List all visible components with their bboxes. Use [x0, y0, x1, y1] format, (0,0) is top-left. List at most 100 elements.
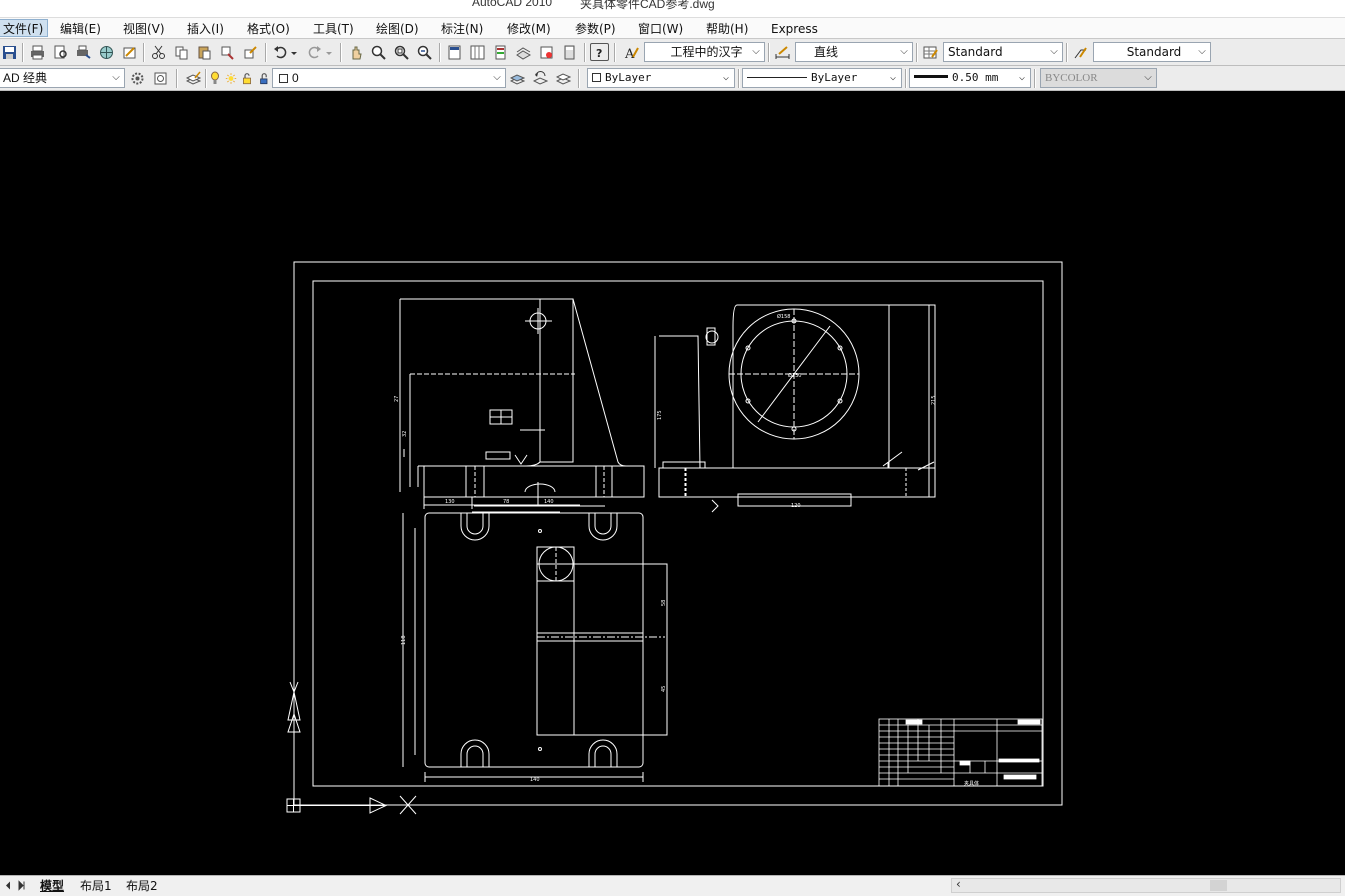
text-style-icon[interactable]: A: [622, 43, 641, 61]
markup-icon[interactable]: [537, 43, 556, 61]
plotstyle-combo: BYCOLOR ⌵: [1040, 68, 1157, 88]
menu-draw[interactable]: 绘图(D): [376, 20, 419, 38]
make-current-layer-icon[interactable]: [508, 69, 527, 87]
menu-insert[interactable]: 插入(I): [187, 20, 224, 38]
layer-lock-icon[interactable]: [240, 69, 254, 87]
zoom-icon[interactable]: [369, 43, 388, 61]
tab-layout2[interactable]: 布局2: [126, 879, 158, 894]
redo-dropdown-icon[interactable]: [324, 43, 334, 61]
horizontal-scrollbar[interactable]: ‹: [951, 877, 1341, 893]
dim-text: 140: [544, 499, 554, 505]
separator: [1034, 69, 1036, 88]
linetype-combo[interactable]: ByLayer ⌵: [742, 68, 902, 88]
menu-express[interactable]: Express: [771, 20, 818, 38]
separator: [265, 43, 267, 62]
color-swatch: [592, 73, 601, 82]
quickcalc-icon[interactable]: [560, 43, 579, 61]
paste-icon[interactable]: [195, 43, 214, 61]
menu-tools[interactable]: 工具(T): [313, 20, 354, 38]
undo-icon[interactable]: [271, 43, 290, 61]
layer-states-icon[interactable]: [554, 69, 573, 87]
layers-toolbar: AD 经典 ⌵ 0 ⌵ ByLayer ⌵ ByLayer ⌵ 0.50 mm ⌵ BYC…: [0, 66, 1345, 91]
sheet-inner-border: [312, 280, 1044, 787]
tool-palettes-icon[interactable]: [491, 43, 510, 61]
menu-file[interactable]: 文件(F): [0, 19, 49, 37]
lineweight-sample: [914, 75, 948, 78]
copy-icon[interactable]: [172, 43, 191, 61]
redo-icon[interactable]: [305, 43, 324, 61]
block-editor-icon[interactable]: [241, 43, 260, 61]
menu-view[interactable]: 视图(V): [123, 20, 165, 38]
sheet-set-icon[interactable]: [514, 43, 533, 61]
publish-icon[interactable]: [74, 43, 93, 61]
customize-icon[interactable]: [151, 69, 170, 87]
text-style-combo[interactable]: 工程中的汉字 ⌵: [644, 42, 765, 62]
workspace-combo[interactable]: AD 经典 ⌵: [0, 68, 125, 88]
tab-scroll-next-icon[interactable]: [15, 878, 27, 892]
dim-text: 27: [394, 396, 400, 402]
plot-preview-icon[interactable]: [51, 43, 70, 61]
table-style-icon[interactable]: [921, 43, 940, 61]
svg-text:A: A: [624, 47, 635, 60]
menu-dimension[interactable]: 标注(N): [441, 20, 483, 38]
scrollbar-thumb[interactable]: [1210, 880, 1227, 891]
separator: [340, 43, 342, 62]
menu-parametric[interactable]: 参数(P): [575, 20, 616, 38]
tab-model[interactable]: 模型: [40, 879, 64, 894]
layer-on-icon[interactable]: [209, 69, 221, 87]
dim-style-combo[interactable]: 直线 ⌵: [795, 42, 913, 62]
title-block-text: 夹具体: [964, 780, 979, 787]
ucs-icon: [286, 681, 417, 815]
etransmit-icon[interactable]: [120, 43, 139, 61]
pan-icon[interactable]: [346, 43, 365, 61]
table-style-combo[interactable]: Standard ⌵: [943, 42, 1063, 62]
layer-previous-icon[interactable]: [531, 69, 550, 87]
separator: [578, 69, 580, 88]
menu-window[interactable]: 窗口(W): [638, 20, 683, 38]
dim-text: 130: [445, 499, 455, 505]
drawing-canvas[interactable]: 130 78 140 27 32 175 120 215 Ø130 Ø158 1…: [0, 92, 1345, 875]
dim-text: 175: [657, 410, 663, 420]
separator: [1066, 43, 1068, 62]
separator: [143, 43, 145, 62]
multileader-style-combo[interactable]: Standard ⌵: [1093, 42, 1211, 62]
design-center-icon[interactable]: [468, 43, 487, 61]
menu-edit[interactable]: 编辑(E): [60, 20, 101, 38]
dim-text: Ø130: [788, 372, 801, 379]
properties-icon[interactable]: [445, 43, 464, 61]
match-properties-icon[interactable]: [218, 43, 237, 61]
help-icon[interactable]: ?: [590, 43, 609, 61]
lineweight-combo[interactable]: 0.50 mm ⌵: [909, 68, 1031, 88]
multileader-style-icon[interactable]: [1071, 43, 1090, 61]
zoom-previous-icon[interactable]: [415, 43, 434, 61]
layer-unlock-icon[interactable]: [258, 69, 272, 87]
menu-modify[interactable]: 修改(M): [507, 20, 551, 38]
menu-help[interactable]: 帮助(H): [706, 20, 748, 38]
menu-format[interactable]: 格式(O): [247, 20, 290, 38]
cut-icon[interactable]: [149, 43, 168, 61]
color-combo[interactable]: ByLayer ⌵: [587, 68, 735, 88]
separator: [905, 69, 907, 88]
dim-text: 32: [402, 431, 408, 437]
layer-combo[interactable]: 0 ⌵: [272, 68, 506, 88]
tab-scroll-prev-icon[interactable]: [2, 878, 14, 892]
layer-freeze-icon[interactable]: [224, 69, 238, 87]
dim-text: Ø158: [777, 313, 790, 320]
dim-text: 215: [931, 395, 937, 405]
dim-style-icon[interactable]: [773, 43, 792, 61]
undo-dropdown-icon[interactable]: [289, 43, 299, 61]
3d-dwf-icon[interactable]: [97, 43, 116, 61]
zoom-window-icon[interactable]: [392, 43, 411, 61]
layer-color-swatch: [279, 74, 288, 83]
save-icon[interactable]: [0, 43, 19, 61]
sheet-outer-border: [293, 261, 1063, 806]
print-icon[interactable]: [28, 43, 47, 61]
tab-layout1[interactable]: 布局1: [80, 879, 112, 894]
separator: [22, 43, 24, 62]
menu-bar: 文件(F) 编辑(E) 视图(V) 插入(I) 格式(O) 工具(T) 绘图(D…: [0, 18, 1345, 39]
layer-properties-icon[interactable]: [184, 69, 203, 87]
dim-text: 120: [791, 503, 801, 509]
dim-text: 78: [503, 499, 509, 505]
workspace-settings-icon[interactable]: [128, 69, 147, 87]
scroll-left-icon[interactable]: ‹: [956, 877, 961, 891]
